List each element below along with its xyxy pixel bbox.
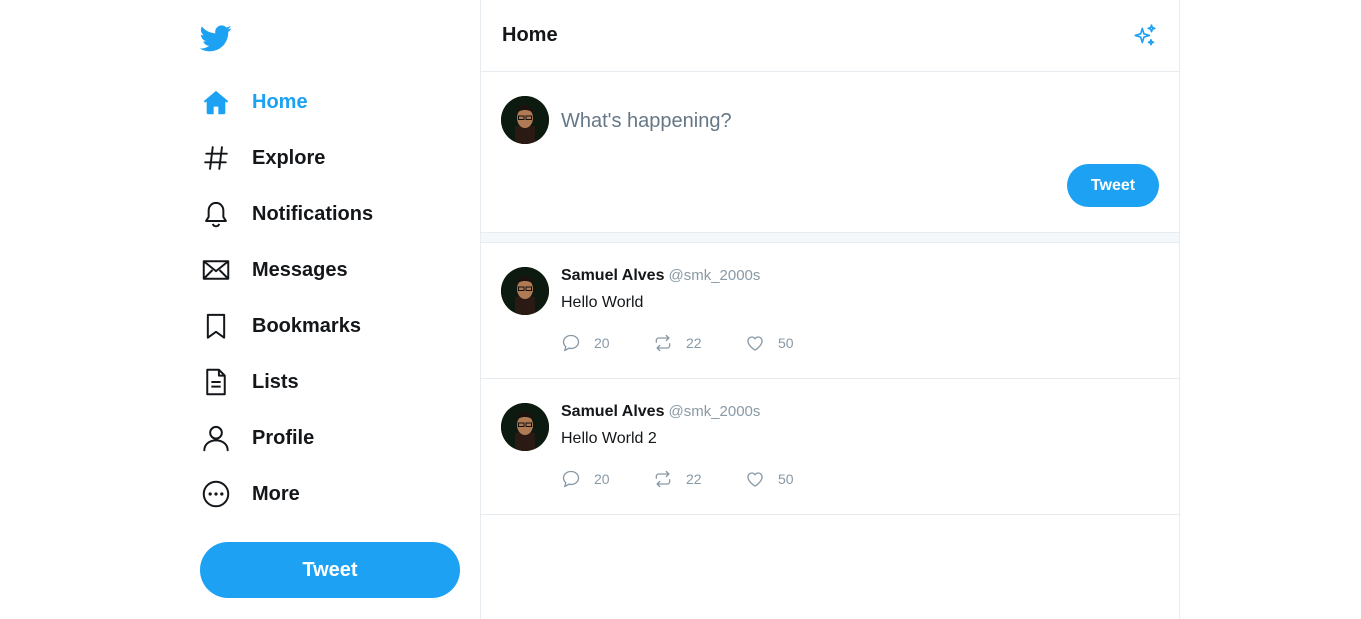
- tweet-text: Hello World 2: [561, 430, 657, 447]
- tweet-header: Samuel Alves @smk_2000s: [561, 403, 760, 421]
- retweet-button[interactable]: 22: [653, 333, 745, 353]
- tweet-header: Samuel Alves @smk_2000s: [561, 267, 760, 285]
- compose-tweet-button[interactable]: Tweet: [1067, 164, 1159, 207]
- like-count: 50: [778, 471, 794, 487]
- tweet-composer: Tweet: [481, 72, 1179, 232]
- sidebar-item-label: Notifications: [252, 202, 374, 225]
- bookmark-icon: [200, 310, 232, 342]
- reply-button[interactable]: 20: [561, 469, 653, 489]
- reply-count: 20: [594, 335, 610, 351]
- retweet-count: 22: [686, 471, 702, 487]
- sidebar-tweet-button[interactable]: Tweet: [200, 542, 460, 598]
- twitter-app: Home Explore Notifications Messages Book…: [0, 0, 1361, 619]
- retweet-button[interactable]: 22: [653, 469, 745, 489]
- twitter-bird-icon[interactable]: [199, 22, 232, 54]
- sidebar-item-label: More: [252, 482, 300, 505]
- sidebar-item-label: Home: [252, 90, 308, 113]
- heart-icon: [747, 336, 763, 351]
- sidebar-item-label: Messages: [252, 258, 348, 281]
- retweet-icon: [655, 334, 671, 352]
- like-button[interactable]: 50: [745, 469, 837, 489]
- main-nav: Home Explore Notifications Messages Book…: [200, 74, 470, 522]
- more-circle-icon: [200, 478, 232, 510]
- sidebar-item-label: Explore: [252, 146, 326, 169]
- retweet-icon: [655, 470, 671, 488]
- sidebar-item-bookmarks[interactable]: Bookmarks: [200, 298, 470, 354]
- sidebar-item-label: Lists: [252, 370, 299, 393]
- avatar[interactable]: [501, 403, 549, 451]
- page-title: Home: [502, 24, 558, 46]
- reply-icon: [562, 334, 580, 352]
- tweet-actions: 20 22 50: [561, 469, 837, 489]
- sidebar-item-lists[interactable]: Lists: [200, 354, 470, 410]
- retweet-count: 22: [686, 335, 702, 351]
- tweet[interactable]: Samuel Alves @smk_2000s Hello World 20 22…: [481, 243, 1179, 379]
- avatar[interactable]: [501, 96, 549, 144]
- sidebar-item-label: Profile: [252, 426, 315, 449]
- hashtag-icon: [200, 142, 232, 174]
- author-name[interactable]: Samuel Alves: [561, 403, 664, 420]
- list-document-icon: [200, 366, 232, 398]
- bell-icon: [200, 198, 232, 230]
- author-name[interactable]: Samuel Alves: [561, 267, 664, 284]
- sidebar: Home Explore Notifications Messages Book…: [199, 0, 480, 619]
- tweet-text: Hello World: [561, 294, 644, 311]
- user-icon: [200, 422, 232, 454]
- heart-icon: [747, 472, 763, 487]
- sidebar-item-explore[interactable]: Explore: [200, 130, 470, 186]
- like-count: 50: [778, 335, 794, 351]
- feed-separator: [481, 232, 1179, 243]
- tweet-actions: 20 22 50: [561, 333, 837, 353]
- sidebar-item-label: Bookmarks: [252, 314, 361, 337]
- sidebar-item-messages[interactable]: Messages: [200, 242, 470, 298]
- envelope-icon: [200, 254, 232, 286]
- sidebar-item-more[interactable]: More: [200, 466, 470, 522]
- like-button[interactable]: 50: [745, 333, 837, 353]
- sidebar-item-home[interactable]: Home: [200, 74, 470, 130]
- compose-input[interactable]: [561, 106, 1141, 136]
- author-handle[interactable]: @smk_2000s: [668, 403, 760, 420]
- sparkle-icon[interactable]: [1132, 23, 1158, 49]
- avatar[interactable]: [501, 267, 549, 315]
- sidebar-item-profile[interactable]: Profile: [200, 410, 470, 466]
- reply-button[interactable]: 20: [561, 333, 653, 353]
- timeline-header: Home: [481, 0, 1179, 72]
- reply-count: 20: [594, 471, 610, 487]
- sidebar-item-notifications[interactable]: Notifications: [200, 186, 470, 242]
- home-timeline: Home Tweet: [480, 0, 1180, 619]
- home-icon: [200, 86, 232, 118]
- author-handle[interactable]: @smk_2000s: [668, 267, 760, 284]
- tweet[interactable]: Samuel Alves @smk_2000s Hello World 2 20 …: [481, 379, 1179, 515]
- reply-icon: [562, 470, 580, 488]
